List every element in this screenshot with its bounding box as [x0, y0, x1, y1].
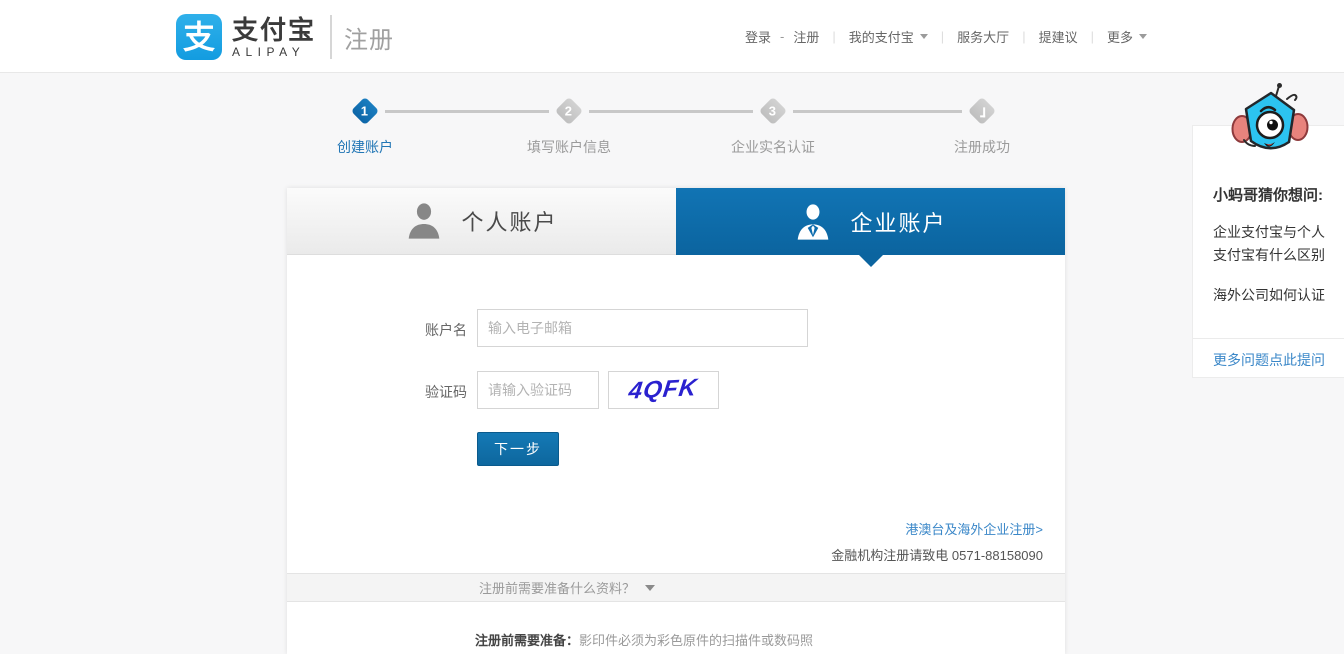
nav-my-alipay[interactable]: 我的支付宝 [849, 27, 928, 46]
step-3-number: 3 [769, 103, 777, 119]
prepare-materials-toggle[interactable]: 注册前需要准备什么资料？ [287, 574, 847, 601]
captcha-input[interactable] [477, 371, 599, 409]
next-step-button[interactable]: 下一步 [477, 432, 559, 466]
prepare-materials-toggle-label: 注册前需要准备什么资料？ [478, 581, 635, 596]
nav-separator: | [1090, 29, 1094, 44]
tab-enterprise-label: 企业账户 [850, 210, 947, 236]
overseas-register-link[interactable]: 港澳台及海外企业注册> [905, 522, 1043, 537]
step-create-account: 1 创建账户 [295, 95, 435, 157]
nav-separator: | [1022, 29, 1026, 44]
step-2-number: 2 [565, 103, 573, 119]
nav-separator: | [832, 29, 836, 44]
step-1-label: 创建账户 [337, 139, 393, 155]
account-type-tabs: 个人账户 企业账户 [287, 188, 1065, 267]
alipay-logo-glyph: 支 [182, 19, 215, 55]
brand-name-cn: 支付宝 [232, 14, 317, 45]
nav-feedback[interactable]: 提建议 [1039, 27, 1078, 46]
nav-my-alipay-label: 我的支付宝 [848, 30, 914, 45]
tab-personal-label: 个人账户 [461, 210, 558, 235]
nav-more[interactable]: 更多 [1107, 27, 1147, 46]
alipay-logo[interactable]: 支 支付宝 ALIPAY 注册 [176, 12, 394, 62]
account-name-input[interactable] [477, 309, 808, 347]
step-4-diamond [967, 96, 997, 126]
business-person-icon [798, 203, 829, 240]
captcha-label: 验证码 [425, 384, 467, 400]
page-title: 注册 [344, 26, 395, 54]
chevron-down-icon [1139, 34, 1147, 39]
prepare-materials-bar: 注册前需要准备什么资料？ [287, 573, 1065, 602]
step-4-label: 注册成功 [954, 139, 1010, 155]
step-2-diamond: 2 [554, 96, 584, 126]
prepare-note-text: 影印件必须为彩色原件的扫描件或数码照 [579, 633, 814, 648]
brand-name-en: ALIPAY [232, 44, 306, 59]
step-register-success: 注册成功 [912, 95, 1052, 157]
active-tab-pointer [858, 255, 883, 267]
step-3-diamond: 3 [758, 96, 788, 126]
site-header: 支 支付宝 ALIPAY 注册 登录 - 注册 | 我的支付宝 | 服务大厅 |… [0, 0, 1344, 73]
step-2-label: 填写账户信息 [527, 139, 611, 155]
nav-service-hall[interactable]: 服务大厅 [957, 27, 1009, 46]
assistant-question-overseas[interactable]: 海外公司如何认证 [1213, 284, 1331, 307]
nav-more-label: 更多 [1106, 30, 1133, 45]
step-1-number: 1 [361, 103, 369, 119]
step-verify-enterprise: 3 企业实名认证 [703, 95, 843, 157]
step-1-diamond: 1 [350, 96, 380, 126]
step-fill-info: 2 填写账户信息 [499, 95, 639, 157]
chevron-down-icon [919, 34, 928, 39]
progress-steps: 1 创建账户 2 填写账户信息 3 企业实名认证 注册成功 [0, 95, 1344, 165]
captcha-code-text: 4QFK [627, 374, 700, 405]
assistant-question-difference[interactable]: 企业支付宝与个人支付宝有什么区别 [1213, 221, 1331, 267]
account-name-label: 账户名 [425, 322, 467, 338]
captcha-image[interactable]: 4QFK [608, 371, 719, 409]
finance-register-note: 金融机构注册请致电 0571-88158090 [831, 548, 1043, 563]
check-icon [980, 107, 986, 117]
nav-separator: | [940, 29, 945, 44]
top-nav: 登录 - 注册 | 我的支付宝 | 服务大厅 | 提建议 | 更多 [745, 0, 1147, 73]
nav-register[interactable]: 注册 [793, 27, 819, 46]
brand-text: 支付宝 ALIPAY [232, 16, 316, 59]
alipay-logo-icon: 支 [176, 14, 222, 60]
logo-divider [330, 15, 333, 59]
tab-enterprise-account[interactable]: 企业账户 [676, 188, 1065, 267]
prepare-note: 注册前需要准备：影印件必须为彩色原件的扫描件或数码照 [475, 630, 813, 649]
nav-separator-dash: - [780, 29, 785, 44]
divider [1193, 338, 1344, 339]
tab-personal-account[interactable]: 个人账户 [287, 188, 676, 255]
triangle-down-icon [645, 584, 655, 591]
assistant-more-link[interactable]: 更多问题点此提问 [1193, 350, 1344, 370]
assistant-title: 小蚂哥猜你想问: [1213, 187, 1323, 204]
person-icon [409, 203, 440, 239]
robot-mascot-icon [1231, 83, 1309, 150]
registration-panel: 个人账户 企业账户 账户名 验证码 4QFK 下一步 港澳台及海外企业注册> 金… [287, 188, 1065, 654]
prepare-note-prefix: 注册前需要准备： [475, 633, 580, 648]
nav-login[interactable]: 登录 [745, 27, 771, 46]
step-3-label: 企业实名认证 [731, 139, 815, 155]
